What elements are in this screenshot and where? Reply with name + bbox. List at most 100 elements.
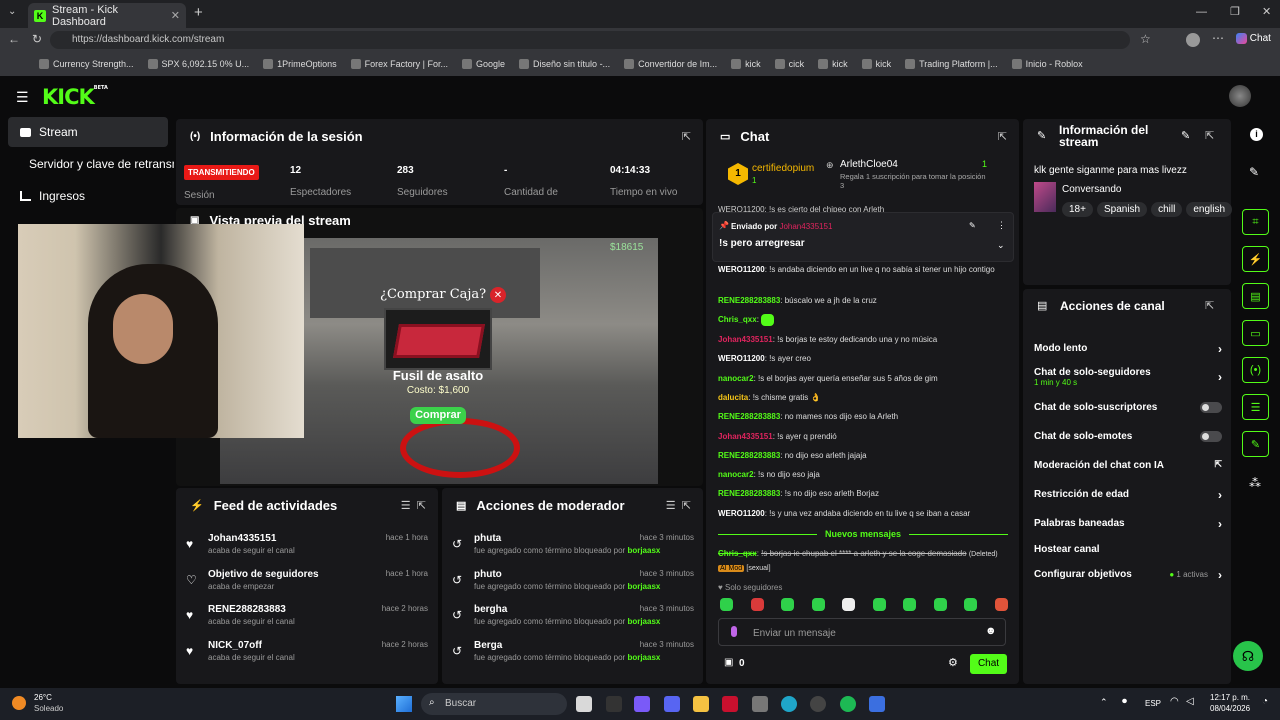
channel-action[interactable]: Palabras baneadas › — [1034, 517, 1222, 531]
close-window-icon[interactable]: ✕ — [1262, 5, 1271, 18]
sidebar-bolt-button[interactable]: ⚡ — [1242, 246, 1269, 272]
favorites-icon[interactable]: ☆ — [1140, 32, 1151, 46]
stream-tag[interactable]: chill — [1151, 202, 1183, 217]
pinned-more-icon[interactable]: ⋮ — [997, 220, 1006, 231]
chat-username[interactable]: WERO11200 — [718, 354, 765, 363]
tab-list-icon[interactable]: ⌄ — [8, 6, 16, 17]
chat-username[interactable]: Johan4335151 — [718, 335, 773, 344]
emoji-icon[interactable]: ☻ — [985, 625, 997, 637]
emote-icon[interactable] — [720, 598, 733, 611]
maximize-icon[interactable]: ❐ — [1230, 5, 1240, 18]
notifications-icon[interactable]: ◔ — [1262, 696, 1268, 707]
mod-item-by[interactable]: borjaasx — [627, 546, 660, 555]
taskbar-search[interactable]: ⌕ Buscar — [421, 693, 567, 715]
chat-username[interactable]: nanocar2 — [718, 374, 754, 383]
url-field[interactable]: https://dashboard.kick.com/stream — [50, 31, 1130, 49]
bookmark-item[interactable]: Inicio - Roblox — [1005, 59, 1090, 69]
channel-action[interactable]: Hostear canal — [1034, 544, 1222, 555]
chat-input[interactable]: Enviar un mensaje ☻ — [718, 618, 1006, 646]
feed-item-name[interactable]: NICK_07off — [208, 640, 262, 651]
mod-item-by[interactable]: borjaasx — [627, 582, 660, 591]
windows-start-icon[interactable] — [396, 696, 412, 712]
epic-games-icon[interactable] — [606, 696, 622, 712]
new-tab-icon[interactable]: + — [194, 4, 203, 21]
user-avatar[interactable] — [1229, 85, 1251, 107]
bookmark-item[interactable]: Currency Strength... — [32, 59, 141, 69]
kick-logo[interactable]: KICKBETA — [42, 85, 108, 109]
unpin-icon[interactable]: ✎ — [969, 221, 976, 230]
mod-item-by[interactable]: borjaasx — [627, 617, 660, 626]
sidebar-chat-button[interactable]: ▭ — [1242, 320, 1269, 346]
channel-action[interactable]: Chat de solo-suscriptores — [1034, 402, 1222, 413]
profile-avatar-icon[interactable] — [1186, 33, 1200, 47]
more-icon[interactable]: ⋯ — [1212, 31, 1224, 45]
copilot-button[interactable]: Chat — [1236, 33, 1271, 44]
chat-settings-icon[interactable]: ⚙ — [948, 656, 958, 669]
network-icon[interactable]: ◠ — [1170, 696, 1179, 707]
bookmark-item[interactable]: 1PrimeOptions — [256, 59, 344, 69]
stream-tag[interactable]: Spanish — [1096, 202, 1148, 217]
toggle-switch[interactable] — [1200, 431, 1222, 442]
bookmark-item[interactable]: Forex Factory | For... — [344, 59, 455, 69]
weather-temp[interactable]: 26°C — [34, 693, 52, 702]
channel-action[interactable]: Moderación del chat con IA ⇱ — [1034, 459, 1222, 471]
folder-icon[interactable] — [693, 696, 709, 712]
bookmark-item[interactable]: kick — [724, 59, 768, 69]
feed-actions-icons[interactable]: ☰ ⇱ — [401, 499, 426, 512]
feed-item-name[interactable]: RENE288283883 — [208, 604, 286, 615]
mic-tray-icon[interactable]: ⏺ — [1122, 696, 1127, 707]
copilot-app-icon[interactable] — [634, 696, 650, 712]
edit-icon[interactable]: ✎ — [1181, 129, 1190, 142]
category-name[interactable]: Conversando — [1062, 184, 1121, 195]
file-explorer-icon[interactable] — [576, 696, 592, 712]
mod-item-by[interactable]: borjaasx — [627, 653, 660, 662]
chat-username[interactable]: RENE288283883 — [718, 489, 780, 498]
bookmark-item[interactable]: Trading Platform |... — [898, 59, 1005, 69]
chat-username[interactable]: RENE288283883 — [718, 296, 780, 305]
store-icon[interactable] — [752, 696, 768, 712]
sidebar-broadcast-button[interactable]: (•) — [1242, 357, 1269, 383]
sidebar-wrench-button[interactable]: ✎ — [1242, 431, 1269, 457]
undo-icon[interactable]: ↺ — [452, 608, 462, 622]
refresh-icon[interactable]: ↻ — [32, 32, 42, 46]
expand-icon[interactable]: ⌄ — [997, 240, 1005, 251]
obs-icon[interactable] — [810, 696, 826, 712]
bookmark-item[interactable]: cick — [768, 59, 812, 69]
emote-icon[interactable] — [933, 598, 947, 611]
feed-item-name[interactable]: Johan4335151 — [208, 533, 276, 544]
mic-icon[interactable] — [731, 626, 737, 637]
volume-icon[interactable]: ◁ — [1186, 696, 1194, 707]
language-indicator[interactable]: ESP — [1145, 699, 1161, 708]
emote-icon[interactable] — [872, 598, 886, 611]
popout-icon[interactable]: ⇱ — [682, 130, 691, 143]
close-dialog-icon[interactable]: ✕ — [490, 287, 506, 303]
top-gifter[interactable]: 1 certifiedopium 1 — [728, 161, 828, 191]
chat-username[interactable]: WERO11200 — [718, 265, 765, 274]
popout-icon[interactable]: ⇱ — [998, 130, 1007, 143]
stream-tag[interactable]: 18+ — [1062, 202, 1093, 217]
emote-icon[interactable] — [994, 598, 1008, 611]
undo-icon[interactable]: ↺ — [452, 573, 462, 587]
emote-icon[interactable] — [964, 598, 978, 611]
pinned-message[interactable]: 📌 Enviado por Johan4335151 ✎ ⋮ !s pero a… — [712, 212, 1014, 262]
chat-username[interactable]: nanocar2 — [718, 470, 754, 479]
bookmark-item[interactable]: kick — [855, 59, 899, 69]
sidebar-clip-button[interactable]: ⌗ — [1242, 209, 1269, 235]
chat-username[interactable]: WERO11200 — [718, 509, 765, 518]
menu-icon[interactable]: ☰ — [16, 89, 29, 106]
minimize-icon[interactable]: — — [1196, 6, 1207, 18]
support-button[interactable]: ☊ — [1233, 641, 1263, 671]
bookmark-item[interactable]: Convertidor de Im... — [617, 59, 724, 69]
channel-action[interactable]: Restricción de edad › — [1034, 488, 1222, 502]
bookmark-item[interactable]: Diseño sin título -... — [512, 59, 617, 69]
info-icon[interactable]: i — [1250, 128, 1263, 141]
undo-icon[interactable]: ↺ — [452, 537, 462, 551]
tray-chevron-icon[interactable]: ⌃ — [1100, 697, 1108, 708]
mod-actions-icons[interactable]: ☰ ⇱ — [666, 499, 691, 512]
channel-action[interactable]: Chat de solo-seguidores 1 min y 40 s › — [1034, 367, 1222, 387]
sidebar-doc-button[interactable]: ▤ — [1242, 283, 1269, 309]
spotify-icon[interactable] — [840, 696, 856, 712]
pinned-author[interactable]: Johan4335151 — [779, 222, 832, 231]
emote-icon[interactable] — [903, 598, 917, 611]
deleted-user[interactable]: Chris_qxx — [718, 549, 757, 558]
